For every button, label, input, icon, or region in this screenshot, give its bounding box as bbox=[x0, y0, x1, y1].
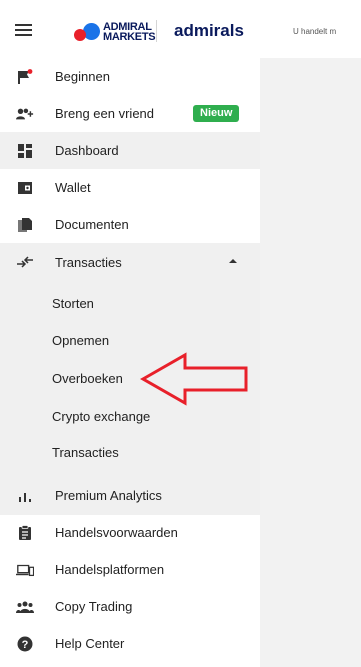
red-annotation-arrow-icon bbox=[140, 352, 248, 406]
analytics-icon bbox=[16, 487, 34, 505]
sidebar-item-handelsplatformen[interactable]: Handelsplatformen bbox=[0, 551, 260, 588]
sidebar-item-handelsvoorwaarden[interactable]: Handelsvoorwaarden bbox=[0, 514, 260, 551]
svg-text:?: ? bbox=[22, 639, 29, 651]
sidebar-item-breng-een-vriend[interactable]: Breng een vriend Nieuw bbox=[0, 95, 260, 132]
sidebar-item-premium-analytics[interactable]: Premium Analytics bbox=[0, 477, 260, 514]
top-bar: ADMIRAL MARKETS admirals U handelt m bbox=[0, 0, 361, 58]
sidebar-item-dashboard[interactable]: Dashboard bbox=[0, 132, 260, 169]
sidebar-item-label: Help Center bbox=[55, 636, 125, 651]
help-icon: ? bbox=[16, 635, 34, 653]
main-content-area bbox=[260, 58, 361, 667]
submenu-item-label: Opnemen bbox=[52, 333, 110, 348]
submenu-item-storten[interactable]: Storten bbox=[0, 286, 260, 322]
new-badge: Nieuw bbox=[193, 105, 240, 122]
sidebar-item-documenten[interactable]: Documenten bbox=[0, 206, 260, 243]
admiral-markets-logo-text: ADMIRAL MARKETS bbox=[103, 22, 156, 43]
clipboard-icon bbox=[16, 524, 34, 542]
copy-trading-icon bbox=[16, 598, 34, 616]
sidebar-item-help-center[interactable]: ? Help Center bbox=[0, 625, 260, 662]
documents-icon bbox=[16, 216, 34, 234]
sidebar-item-label: Dashboard bbox=[55, 143, 119, 158]
submenu-item-transacties[interactable]: Transacties bbox=[0, 435, 260, 471]
add-friend-icon bbox=[16, 105, 34, 123]
flag-icon bbox=[16, 68, 34, 86]
sidebar-item-transacties[interactable]: Transacties bbox=[0, 243, 260, 281]
sidebar-item-label: Premium Analytics bbox=[55, 488, 162, 503]
sidebar-item-label: Breng een vriend bbox=[55, 106, 155, 121]
sidebar-item-label: Copy Trading bbox=[55, 599, 133, 614]
sidebar-item-copy-trading[interactable]: Copy Trading bbox=[0, 588, 260, 625]
submenu-item-label: Storten bbox=[52, 296, 94, 311]
wallet-icon bbox=[16, 179, 34, 197]
admiral-markets-logo-icon bbox=[74, 23, 102, 41]
sidebar-item-label: Documenten bbox=[55, 217, 129, 232]
sidebar-item-wallet[interactable]: Wallet bbox=[0, 169, 260, 206]
chevron-up-icon[interactable] bbox=[229, 259, 237, 263]
submenu-item-label: Transacties bbox=[52, 445, 119, 460]
sidebar-item-label: Transacties bbox=[55, 254, 122, 270]
sidebar-item-beginnen[interactable]: Beginnen bbox=[0, 58, 260, 95]
brand-name: admirals bbox=[156, 20, 244, 42]
logo-line-2: MARKETS bbox=[103, 31, 156, 43]
transfer-arrows-icon bbox=[16, 253, 34, 271]
header-tagline: U handelt m bbox=[293, 27, 337, 36]
submenu-item-label: Crypto exchange bbox=[52, 409, 151, 424]
sidebar-item-label: Handelsplatformen bbox=[55, 562, 165, 577]
submenu-item-label: Overboeken bbox=[52, 371, 123, 386]
platforms-icon bbox=[16, 561, 34, 579]
sidebar-item-label: Beginnen bbox=[55, 69, 110, 84]
sidebar-item-label: Wallet bbox=[55, 180, 91, 195]
hamburger-menu-icon[interactable] bbox=[15, 24, 32, 36]
sidebar-item-label: Handelsvoorwaarden bbox=[55, 525, 178, 540]
dashboard-icon bbox=[16, 142, 34, 160]
